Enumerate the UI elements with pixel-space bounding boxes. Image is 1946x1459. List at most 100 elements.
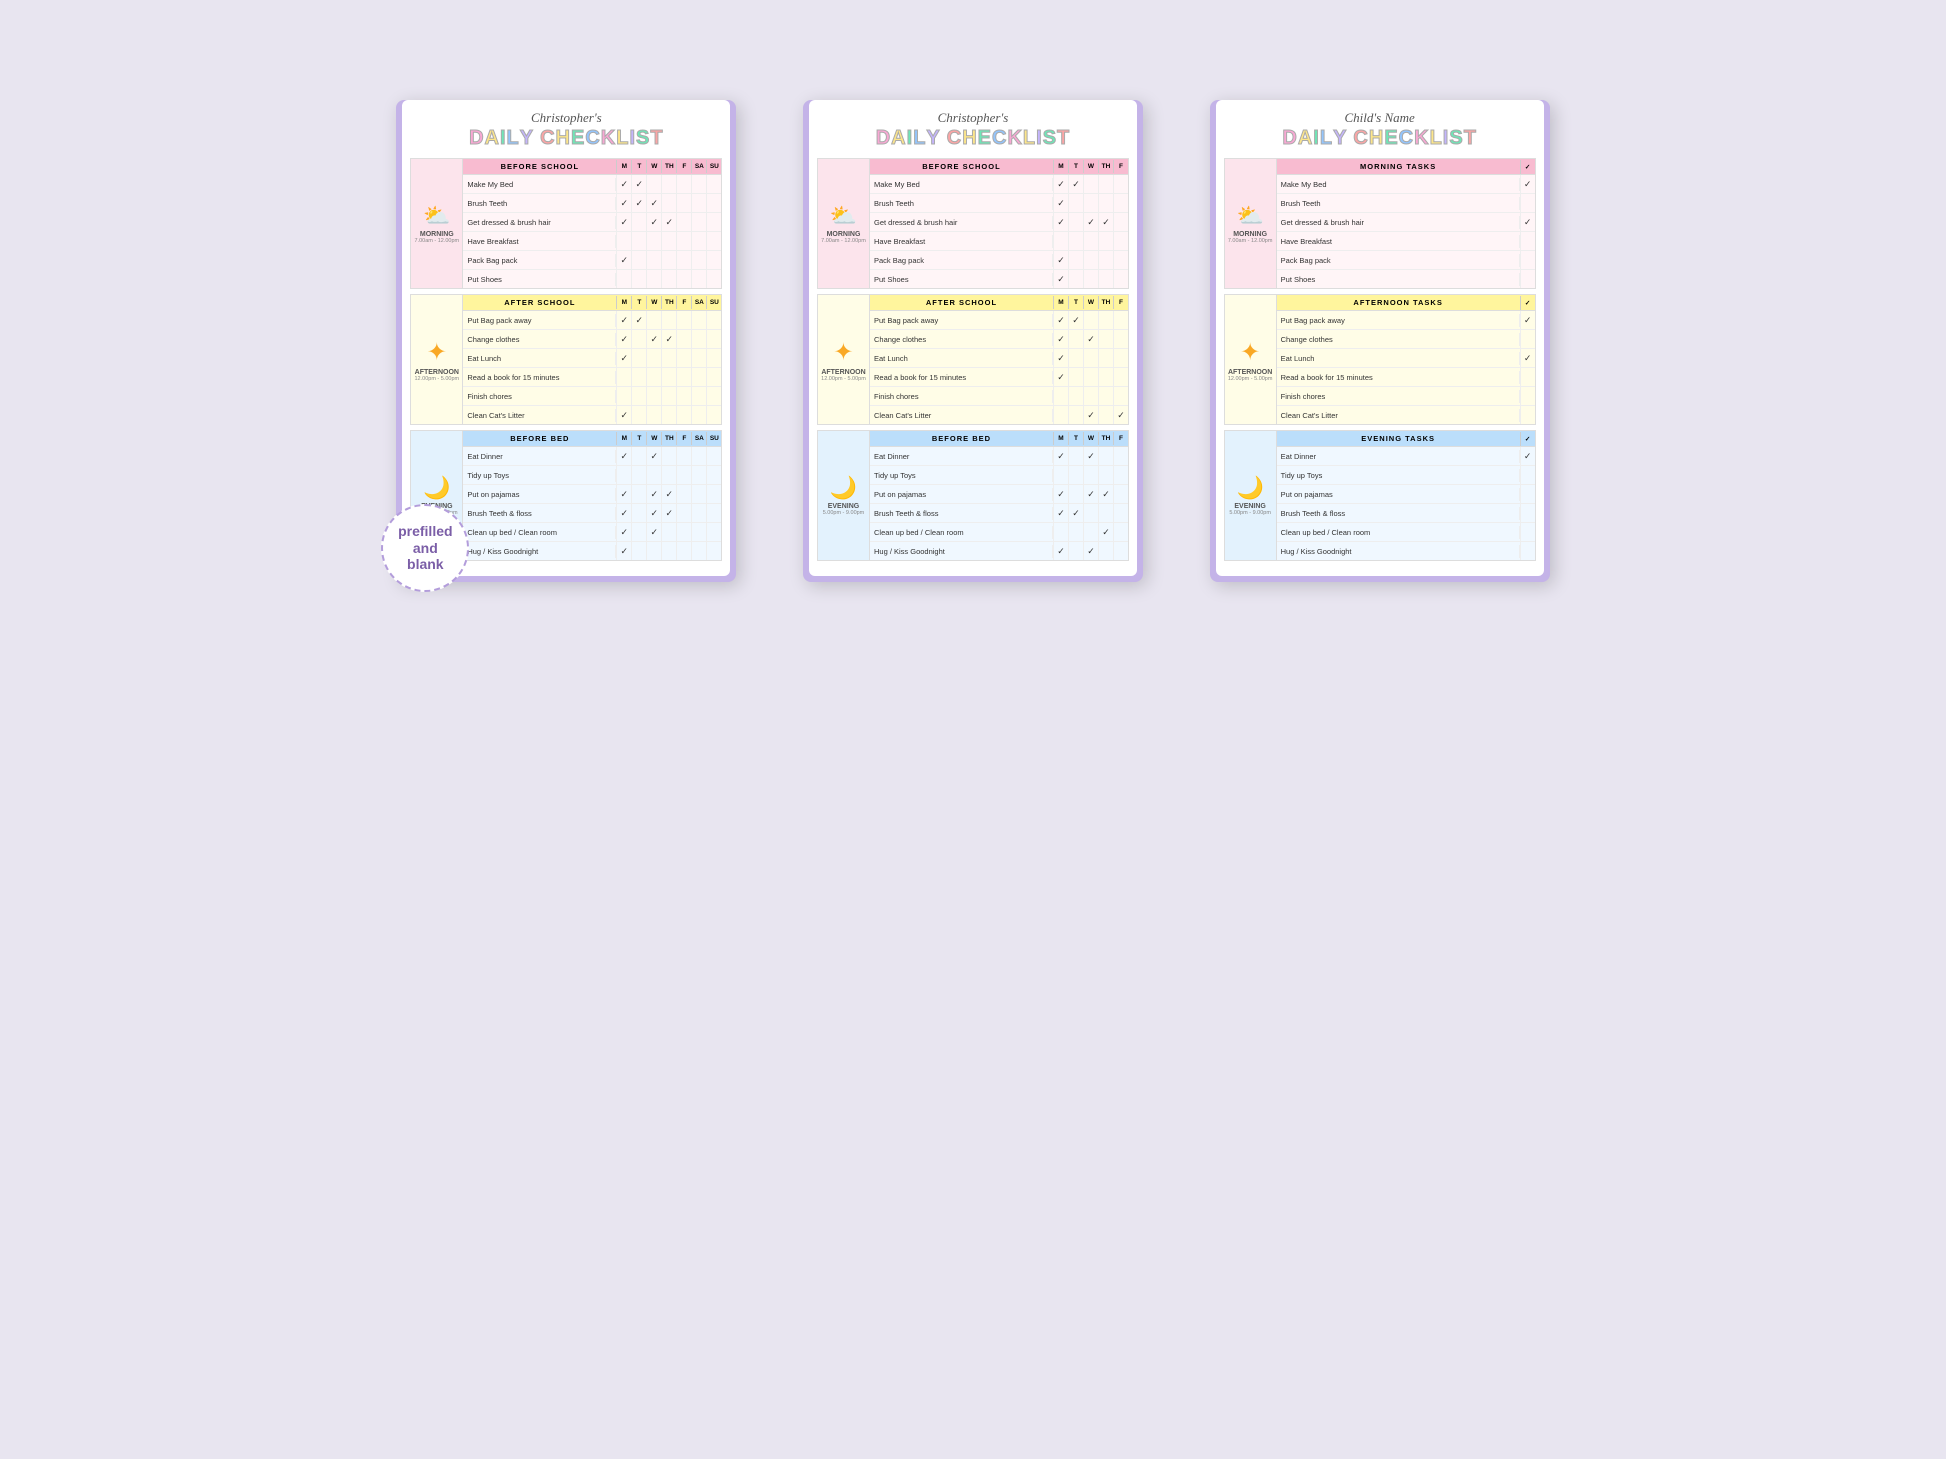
task-name: Put Shoes: [463, 273, 616, 286]
task-check: [706, 270, 721, 288]
day-header-SU: SU: [706, 160, 721, 173]
task-check: [646, 311, 661, 329]
task-name: Pack Bag pack: [870, 254, 1053, 267]
task-check: ✓: [631, 194, 646, 212]
section-header-evening: BEFORE BEDMTWTHF: [870, 431, 1128, 447]
task-row: Make My Bed✓: [1277, 175, 1535, 194]
task-check: ✓: [1098, 523, 1113, 541]
day-header-✓: ✓: [1520, 160, 1535, 174]
day-header-F: F: [676, 296, 691, 309]
task-check: [661, 251, 676, 269]
task-name: Get dressed & brush hair: [870, 216, 1053, 229]
task-check: ✓: [616, 542, 631, 560]
task-check: [691, 311, 706, 329]
task-check: [646, 542, 661, 560]
section-title-text-morning: BEFORE SCHOOL: [870, 159, 1053, 174]
day-header-T: T: [631, 296, 646, 309]
task-check: [1068, 194, 1083, 212]
task-name: Pack Bag pack: [463, 254, 616, 267]
task-check: [706, 485, 721, 503]
day-header-SU: SU: [706, 432, 721, 445]
task-check: [691, 232, 706, 250]
section-time-afternoon: 12.00pm - 5.00pm: [1228, 376, 1273, 382]
task-name: Tidy up Toys: [870, 469, 1053, 482]
task-name: Read a book for 15 minutes: [463, 371, 616, 384]
task-name: Put Shoes: [1277, 273, 1520, 286]
task-check: [1113, 523, 1128, 541]
task-name: Brush Teeth & floss: [870, 507, 1053, 520]
task-check: [691, 213, 706, 231]
section-title-text-evening: EVENING TASKS: [1277, 431, 1520, 446]
task-check: [676, 523, 691, 541]
task-check: [1113, 175, 1128, 193]
task-check: [1083, 504, 1098, 522]
task-check: [661, 406, 676, 424]
task-check: [1113, 232, 1128, 250]
section-content-evening: EVENING TASKS✓Eat Dinner✓Tidy up ToysPut…: [1277, 431, 1535, 560]
task-check: [676, 466, 691, 484]
task-check: [1113, 368, 1128, 386]
task-row: Read a book for 15 minutes: [1277, 368, 1535, 387]
task-check: ✓: [646, 194, 661, 212]
task-check: [1113, 466, 1128, 484]
task-check: [691, 194, 706, 212]
task-row: Finish chores: [1277, 387, 1535, 406]
task-check: [706, 368, 721, 386]
task-check: [661, 175, 676, 193]
task-check: ✓: [1053, 175, 1068, 193]
task-check: [1068, 232, 1083, 250]
task-check: [691, 485, 706, 503]
task-row: Brush Teeth: [1277, 194, 1535, 213]
task-check: [706, 504, 721, 522]
task-check: [1098, 466, 1113, 484]
day-header-T: T: [1068, 432, 1083, 445]
task-name: Read a book for 15 minutes: [870, 371, 1053, 384]
task-name: Change clothes: [463, 333, 616, 346]
section-content-afternoon: AFTER SCHOOLMTWTHFSASUPut Bag pack away✓…: [463, 295, 721, 424]
task-check: [691, 175, 706, 193]
task-check: [1113, 194, 1128, 212]
day-header-M: M: [1053, 160, 1068, 173]
task-check: [1520, 485, 1535, 503]
task-row: Clean Cat's Litter✓✓: [870, 406, 1128, 424]
task-name: Clean Cat's Litter: [463, 409, 616, 422]
task-name: Eat Lunch: [463, 352, 616, 365]
task-check: [1083, 232, 1098, 250]
task-check: [1098, 251, 1113, 269]
task-name: Clean up bed / Clean room: [463, 526, 616, 539]
task-check: [706, 330, 721, 348]
task-check: [676, 485, 691, 503]
section-title-text-afternoon: AFTERNOON TASKS: [1277, 295, 1520, 310]
card-task-wise: Child's NameDAILY CHECKLIST⛅MORNING7.00a…: [1210, 100, 1550, 582]
task-check: [1068, 330, 1083, 348]
section-title-text-morning: MORNING TASKS: [1277, 159, 1520, 174]
day-header-M: M: [1053, 296, 1068, 309]
task-check: [631, 542, 646, 560]
task-check: [1520, 542, 1535, 560]
task-name: Put on pajamas: [1277, 488, 1520, 501]
task-check: ✓: [1098, 213, 1113, 231]
task-check: [1083, 251, 1098, 269]
task-check: ✓: [1053, 368, 1068, 386]
task-check: [1083, 368, 1098, 386]
day-header-W: W: [1083, 296, 1098, 309]
task-check: [1083, 523, 1098, 541]
task-check: [631, 387, 646, 405]
day-header-✓: ✓: [1520, 296, 1535, 310]
task-check: [676, 213, 691, 231]
task-row: Tidy up Toys: [1277, 466, 1535, 485]
task-row: Pack Bag pack✓: [870, 251, 1128, 270]
task-check: [646, 270, 661, 288]
task-row: Clean up bed / Clean room✓: [870, 523, 1128, 542]
task-check: [691, 504, 706, 522]
day-header-T: T: [1068, 296, 1083, 309]
section-label-afternoon: AFTERNOON: [415, 369, 459, 376]
task-check: ✓: [1098, 485, 1113, 503]
section-content-morning: BEFORE SCHOOLMTWTHFMake My Bed✓✓Brush Te…: [870, 159, 1128, 288]
section-label-afternoon: AFTERNOON: [1228, 369, 1272, 376]
section-time-morning: 7.00am - 12.00pm: [415, 238, 460, 244]
section-header-morning: BEFORE SCHOOLMTWTHFSASU: [463, 159, 721, 175]
task-check: ✓: [1053, 542, 1068, 560]
task-name: Eat Dinner: [870, 450, 1053, 463]
task-name: Brush Teeth: [463, 197, 616, 210]
